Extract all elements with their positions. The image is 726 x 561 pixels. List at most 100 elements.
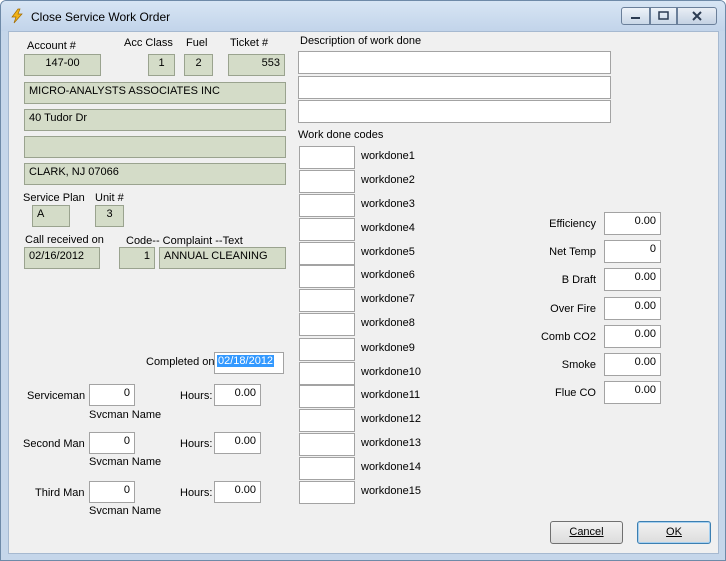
street-address: 40 Tudor Dr [24, 109, 286, 131]
call-received-date: 02/16/2012 [24, 247, 100, 269]
work-done-code-label: workdone14 [361, 461, 421, 473]
work-done-code-label: workdone11 [361, 389, 421, 401]
work-done-code-label: workdone3 [361, 198, 415, 210]
work-done-code-input[interactable] [299, 409, 355, 432]
reading-label: Comb CO2 [540, 331, 596, 343]
work-done-code-label: workdone12 [361, 413, 421, 425]
work-done-code-input[interactable] [299, 313, 355, 336]
serviceman-id-input[interactable]: 0 [89, 384, 135, 406]
reading-input[interactable]: 0.00 [604, 325, 661, 348]
acc-class-value: 1 [148, 54, 175, 76]
reading-label: Net Temp [549, 246, 596, 258]
work-done-code-label: workdone4 [361, 222, 415, 234]
unit-value: 3 [95, 205, 124, 227]
maximize-icon [658, 11, 669, 20]
title-bar[interactable]: Close Service Work Order [1, 1, 725, 31]
serviceman-hours-input[interactable]: 0.00 [214, 384, 261, 406]
third-man-label: Third Man [35, 487, 85, 499]
completed-on-value: 02/18/2012 [217, 355, 275, 367]
work-done-code-label: workdone10 [361, 366, 421, 378]
description-line-1[interactable] [298, 51, 611, 74]
completed-on-label: Completed on [146, 356, 215, 368]
second-man-hours-label: Hours: [180, 438, 213, 450]
dialog-body: Account # 147-00 Acc Class 1 Fuel 2 Tick… [8, 31, 719, 554]
completed-on-input[interactable]: 02/18/2012 [214, 352, 284, 374]
work-done-code-input[interactable] [299, 362, 355, 385]
work-done-code-label: workdone13 [361, 437, 421, 449]
maximize-button[interactable] [650, 7, 677, 25]
work-done-code-input[interactable] [299, 385, 355, 408]
work-done-code-input[interactable] [299, 433, 355, 456]
work-done-code-label: workdone1 [361, 150, 415, 162]
reading-input[interactable]: 0.00 [604, 212, 661, 235]
second-man-name-label: Svcman Name [89, 456, 162, 468]
reading-input[interactable]: 0.00 [604, 297, 661, 320]
second-man-label: Second Man [23, 438, 85, 450]
work-done-code-input[interactable] [299, 170, 355, 193]
lightning-icon [11, 8, 23, 24]
complaint-code: 1 [119, 247, 155, 269]
window-title: Close Service Work Order [31, 10, 171, 24]
service-plan-label: Service Plan [23, 192, 85, 204]
acc-class-label: Acc Class [124, 37, 173, 49]
third-man-id-input[interactable]: 0 [89, 481, 135, 503]
serviceman-hours-label: Hours: [180, 390, 213, 402]
code-complaint-label: Code-- Complaint --Text [126, 235, 243, 247]
work-done-code-label: workdone9 [361, 342, 415, 354]
service-plan-value: A [32, 205, 70, 227]
description-line-2[interactable] [298, 76, 611, 99]
work-done-codes-label: Work done codes [298, 129, 384, 141]
unit-label: Unit # [95, 192, 124, 204]
second-man-hours-input[interactable]: 0.00 [214, 432, 261, 454]
minimize-icon [631, 17, 640, 19]
reading-input[interactable]: 0 [604, 240, 661, 263]
close-button[interactable] [677, 7, 717, 25]
city-state-zip: CLARK, NJ 07066 [24, 163, 286, 185]
work-done-code-label: workdone8 [361, 317, 415, 329]
customer-name: MICRO-ANALYSTS ASSOCIATES INC [24, 82, 286, 104]
reading-label: Efficiency [549, 218, 596, 230]
reading-input[interactable]: 0.00 [604, 353, 661, 376]
work-done-code-input[interactable] [299, 265, 355, 288]
ticket-number: 553 [228, 54, 285, 76]
work-done-code-input[interactable] [299, 242, 355, 265]
reading-label: Flue CO [555, 387, 596, 399]
second-man-id-input[interactable]: 0 [89, 432, 135, 454]
work-done-code-input[interactable] [299, 194, 355, 217]
work-done-code-input[interactable] [299, 338, 355, 361]
complaint-text: ANNUAL CLEANING [159, 247, 286, 269]
serviceman-name-label: Svcman Name [89, 409, 162, 421]
work-done-code-label: workdone2 [361, 174, 415, 186]
work-done-code-label: workdone5 [361, 246, 415, 258]
reading-input[interactable]: 0.00 [604, 268, 661, 291]
work-done-code-label: workdone15 [361, 485, 421, 497]
work-done-code-input[interactable] [299, 218, 355, 241]
reading-input[interactable]: 0.00 [604, 381, 661, 404]
third-man-name-label: Svcman Name [89, 505, 162, 517]
work-done-code-label: workdone6 [361, 269, 415, 281]
third-man-hours-label: Hours: [180, 487, 213, 499]
fuel-label: Fuel [186, 37, 208, 49]
call-received-label: Call received on [25, 234, 104, 246]
close-icon [692, 11, 702, 21]
work-done-code-input[interactable] [299, 289, 355, 312]
description-label: Description of work done [300, 35, 422, 47]
ok-button-label: OK [666, 526, 682, 538]
work-done-code-input[interactable] [299, 146, 355, 169]
ticket-label: Ticket # [230, 37, 269, 49]
ok-button[interactable]: OK [637, 521, 711, 544]
account-label: Account # [27, 40, 76, 52]
reading-label: Smoke [561, 359, 596, 371]
work-done-code-input[interactable] [299, 481, 355, 504]
account-number: 147-00 [24, 54, 101, 76]
serviceman-label: Serviceman [27, 390, 86, 402]
reading-label: B Draft [561, 274, 596, 286]
cancel-button-label: Cancel [569, 526, 604, 538]
description-line-3[interactable] [298, 100, 611, 123]
fuel-value: 2 [184, 54, 213, 76]
work-done-code-input[interactable] [299, 457, 355, 480]
third-man-hours-input[interactable]: 0.00 [214, 481, 261, 503]
cancel-button[interactable]: Cancel [550, 521, 623, 544]
close-service-work-order-window: Close Service Work Order Account # 147-0… [0, 0, 726, 561]
minimize-button[interactable] [621, 7, 650, 25]
